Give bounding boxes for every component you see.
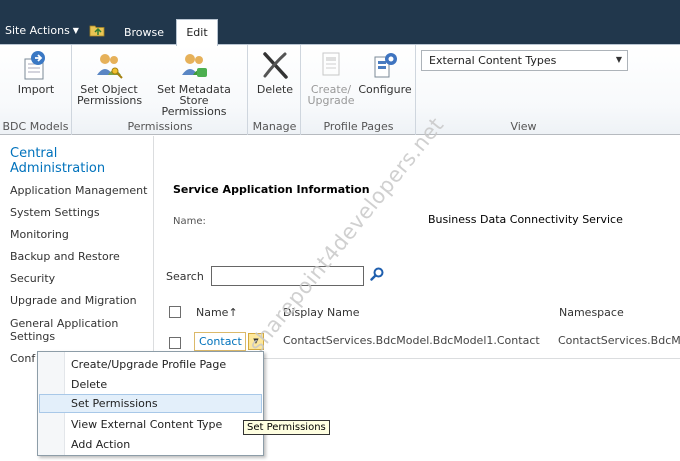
delete-button-label: Delete (256, 83, 294, 96)
menu-item-delete[interactable]: Delete (39, 375, 262, 394)
view-select[interactable]: External Content Types ▼ (421, 50, 628, 71)
people-key-icon (97, 54, 123, 79)
view-select-value: External Content Types (429, 54, 557, 67)
import-button[interactable]: Import (4, 49, 68, 95)
select-all-checkbox[interactable] (169, 306, 181, 318)
name-label: Name: (173, 216, 206, 227)
top-navigation-bar: Site Actions ▼ Browse (0, 0, 680, 44)
menu-item-view-external-content-type[interactable]: View External Content Type (39, 415, 262, 434)
menu-item-add-action[interactable]: Add Action (39, 435, 262, 454)
nav-item-application-management[interactable]: Application Management (10, 184, 154, 197)
column-header-namespace[interactable]: Namespace (559, 306, 624, 319)
people-green-icon (182, 54, 207, 77)
nav-item-backup-and-restore[interactable]: Backup and Restore (10, 250, 154, 263)
central-administration-link[interactable]: Central Administration (10, 146, 150, 176)
create-upgrade-button[interactable]: Create/ Upgrade (306, 49, 356, 106)
ribbon-group-label: BDC Models (2, 120, 69, 133)
configure-button-label: Configure (358, 83, 412, 96)
nav-item-upgrade-and-migration[interactable]: Upgrade and Migration (10, 294, 154, 307)
ribbon-group-profile-pages: Create/ Upgrade Configure Profile Pages (302, 45, 416, 135)
set-metadata-store-permissions-button[interactable]: Set Metadata Store Permissions (143, 49, 245, 117)
navigate-up-icon[interactable] (89, 23, 105, 37)
nav-item-security[interactable]: Security (10, 272, 154, 285)
set-object-permissions-label-line2: Permissions (77, 94, 143, 107)
search-input[interactable] (211, 266, 364, 286)
tab-browse[interactable]: Browse (115, 26, 173, 44)
row-namespace: ContactServices.BdcModel.BdcModel1 (558, 334, 680, 347)
section-title: Service Application Information (173, 183, 370, 196)
configure-icon (374, 53, 397, 78)
row-display-name: ContactServices.BdcModel.BdcModel1.Conta… (283, 334, 540, 347)
site-actions-label: Site Actions (5, 24, 70, 37)
site-actions-menu[interactable]: Site Actions ▼ (5, 24, 79, 37)
chevron-down-icon: ▼ (72, 26, 79, 35)
set-metadata-store-permissions-label-line2: Permissions (161, 105, 227, 118)
ribbon-group-label: Profile Pages (323, 120, 394, 133)
create-upgrade-label-line2: Upgrade (307, 94, 355, 107)
column-header-name[interactable]: Name↑ (196, 306, 238, 319)
ribbon-group-bdc-models: Import BDC Models (0, 45, 72, 135)
chevron-down-icon: ▼ (615, 55, 622, 64)
set-object-permissions-button[interactable]: Set Object Permissions (77, 49, 143, 107)
row-name-link[interactable]: Contact (194, 332, 246, 351)
menu-item-create-upgrade-profile-page[interactable]: Create/Upgrade Profile Page (39, 355, 262, 374)
ribbon-group-label: Permissions (127, 120, 193, 133)
tooltip: Set Permissions (243, 420, 330, 435)
ribbon-group-manage: Delete Manage (249, 45, 301, 135)
set-metadata-store-permissions-label-line1: Set Metadata Store (157, 83, 231, 107)
search-icon[interactable] (370, 267, 384, 281)
name-value: Business Data Connectivity Service (428, 213, 623, 226)
import-icon (24, 51, 45, 80)
import-button-label: Import (17, 83, 55, 96)
ribbon-group-label: Manage (252, 120, 297, 133)
delete-button[interactable]: Delete (251, 49, 299, 95)
tab-edit[interactable]: Edit (176, 19, 218, 46)
configure-button[interactable]: Configure (357, 49, 413, 95)
nav-item-monitoring[interactable]: Monitoring (10, 228, 154, 241)
nav-item-general-application-settings[interactable]: General Application Settings (10, 317, 130, 343)
ribbon: Import BDC Models Set Object Permissions… (0, 44, 680, 135)
row-checkbox[interactable] (169, 337, 181, 349)
ribbon-group-permissions: Set Object Permissions Set Metadata Stor… (73, 45, 248, 135)
nav-item-system-settings[interactable]: System Settings (10, 206, 154, 219)
context-menu: Create/Upgrade Profile Page Delete Set P… (37, 351, 264, 456)
menu-item-set-permissions[interactable]: Set Permissions (39, 394, 262, 413)
delete-x-icon (263, 52, 288, 79)
search-label: Search (166, 270, 204, 283)
create-page-icon (322, 52, 340, 76)
